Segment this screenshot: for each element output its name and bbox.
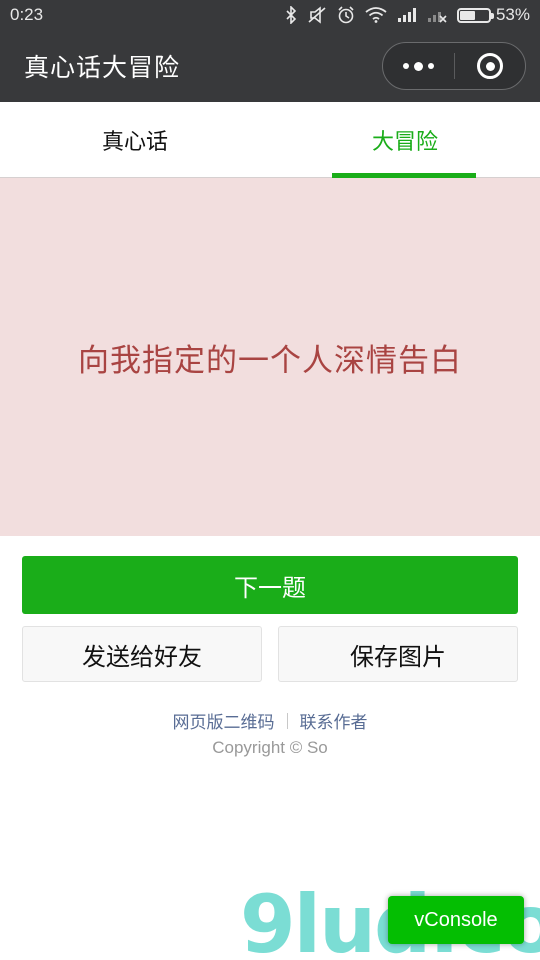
battery-icon: [456, 7, 494, 23]
signal-icon: [397, 7, 417, 23]
mute-icon: [307, 6, 327, 24]
nav-bar: 真心话大冒险: [0, 30, 540, 102]
contact-author-link[interactable]: 联系作者: [300, 708, 368, 733]
next-question-button[interactable]: 下一题: [22, 556, 518, 614]
tab-dare[interactable]: 大冒险: [270, 102, 540, 178]
status-time: 0:23: [10, 5, 44, 24]
vconsole-button[interactable]: vConsole: [388, 896, 524, 944]
share-to-friend-button[interactable]: 发送给好友: [22, 626, 262, 682]
status-bar: 0:23 53%: [0, 0, 540, 30]
status-icons: 53%: [285, 5, 530, 25]
battery-fill: [459, 10, 475, 20]
signal-off-icon: [427, 7, 447, 23]
more-dot-icon: [414, 61, 423, 71]
more-menu-button[interactable]: [383, 43, 454, 89]
target-close-icon: [477, 53, 503, 79]
mini-program-capsule: [382, 42, 526, 90]
close-mini-program-button[interactable]: [455, 43, 525, 89]
footer-links: 网页版二维码 联系作者: [0, 708, 540, 733]
footer-separator: [286, 712, 288, 729]
battery-percent: 53%: [495, 5, 530, 24]
question-card: 向我指定的一个人深情告白: [0, 178, 540, 536]
alarm-icon: [337, 6, 355, 24]
wifi-icon: [365, 7, 387, 23]
more-dot-icon: [428, 63, 434, 69]
tab-truth[interactable]: 真心话: [0, 102, 270, 177]
more-dot-icon: [403, 63, 409, 69]
tab-bar: 真心话 大冒险: [0, 102, 540, 178]
bluetooth-icon: [285, 6, 297, 24]
web-qr-code-link[interactable]: 网页版二维码: [173, 708, 275, 733]
copyright-text: Copyright © So: [212, 738, 328, 757]
question-text: 向我指定的一个人深情告白: [78, 342, 462, 379]
battery: 53%: [456, 5, 530, 25]
save-image-button[interactable]: 保存图片: [278, 626, 518, 682]
